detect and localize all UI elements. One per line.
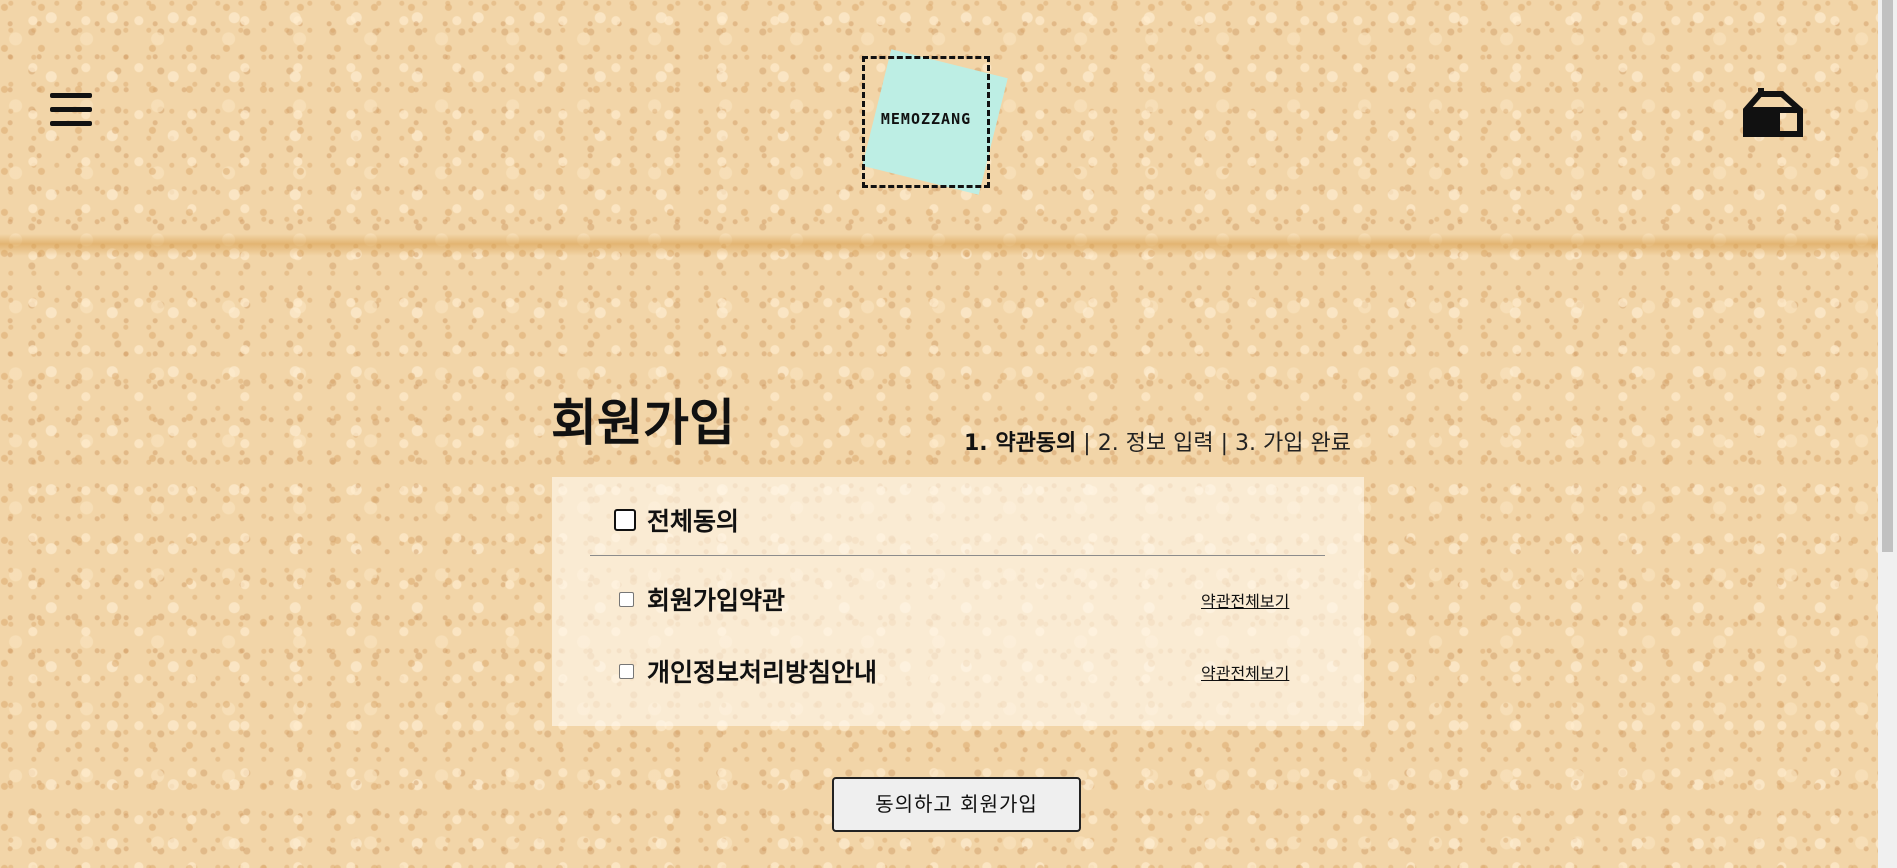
header-bottom-edge bbox=[0, 234, 1878, 256]
site-header: MEMOZZANG bbox=[0, 0, 1878, 236]
membership-terms-label: 회원가입약관 bbox=[647, 586, 786, 615]
home-icon[interactable] bbox=[1742, 86, 1808, 138]
membership-terms-view-link[interactable]: 약관전체보기 bbox=[1201, 588, 1289, 612]
step-terms-agreement: 1. 약관동의 bbox=[964, 431, 1077, 456]
logo-text: MEMOZZANG bbox=[880, 110, 972, 128]
privacy-policy-view-link[interactable]: 약관전체보기 bbox=[1201, 660, 1289, 684]
privacy-policy-checkbox[interactable] bbox=[619, 664, 634, 679]
agree-all-label: 전체동의 bbox=[647, 507, 740, 536]
agree-all-checkbox[interactable] bbox=[614, 509, 636, 531]
vertical-scrollbar[interactable] bbox=[1878, 0, 1897, 868]
agree-and-signup-button[interactable]: 동의하고 회원가입 bbox=[832, 777, 1081, 832]
scrollbar-thumb[interactable] bbox=[1882, 0, 1893, 552]
terms-panel: 전체동의 회원가입약관 약관전체보기 개인정보처리방침안내 약관전체보기 bbox=[552, 477, 1364, 726]
membership-terms-checkbox[interactable] bbox=[619, 592, 634, 607]
signup-steps: 1. 약관동의 | 2. 정보 입력 | 3. 가입 완료 bbox=[964, 433, 1351, 455]
page-title: 회원가입 bbox=[551, 394, 735, 452]
memozzang-logo[interactable]: MEMOZZANG bbox=[840, 40, 1015, 215]
hamburger-menu-icon[interactable] bbox=[50, 93, 92, 127]
step-separator: | bbox=[1213, 431, 1236, 456]
step-info-input: 2. 정보 입력 bbox=[1097, 431, 1214, 456]
divider bbox=[590, 555, 1325, 556]
step-separator: | bbox=[1076, 431, 1098, 456]
privacy-policy-label: 개인정보처리방침안내 bbox=[647, 658, 878, 687]
step-signup-complete: 3. 가입 완료 bbox=[1235, 431, 1351, 456]
